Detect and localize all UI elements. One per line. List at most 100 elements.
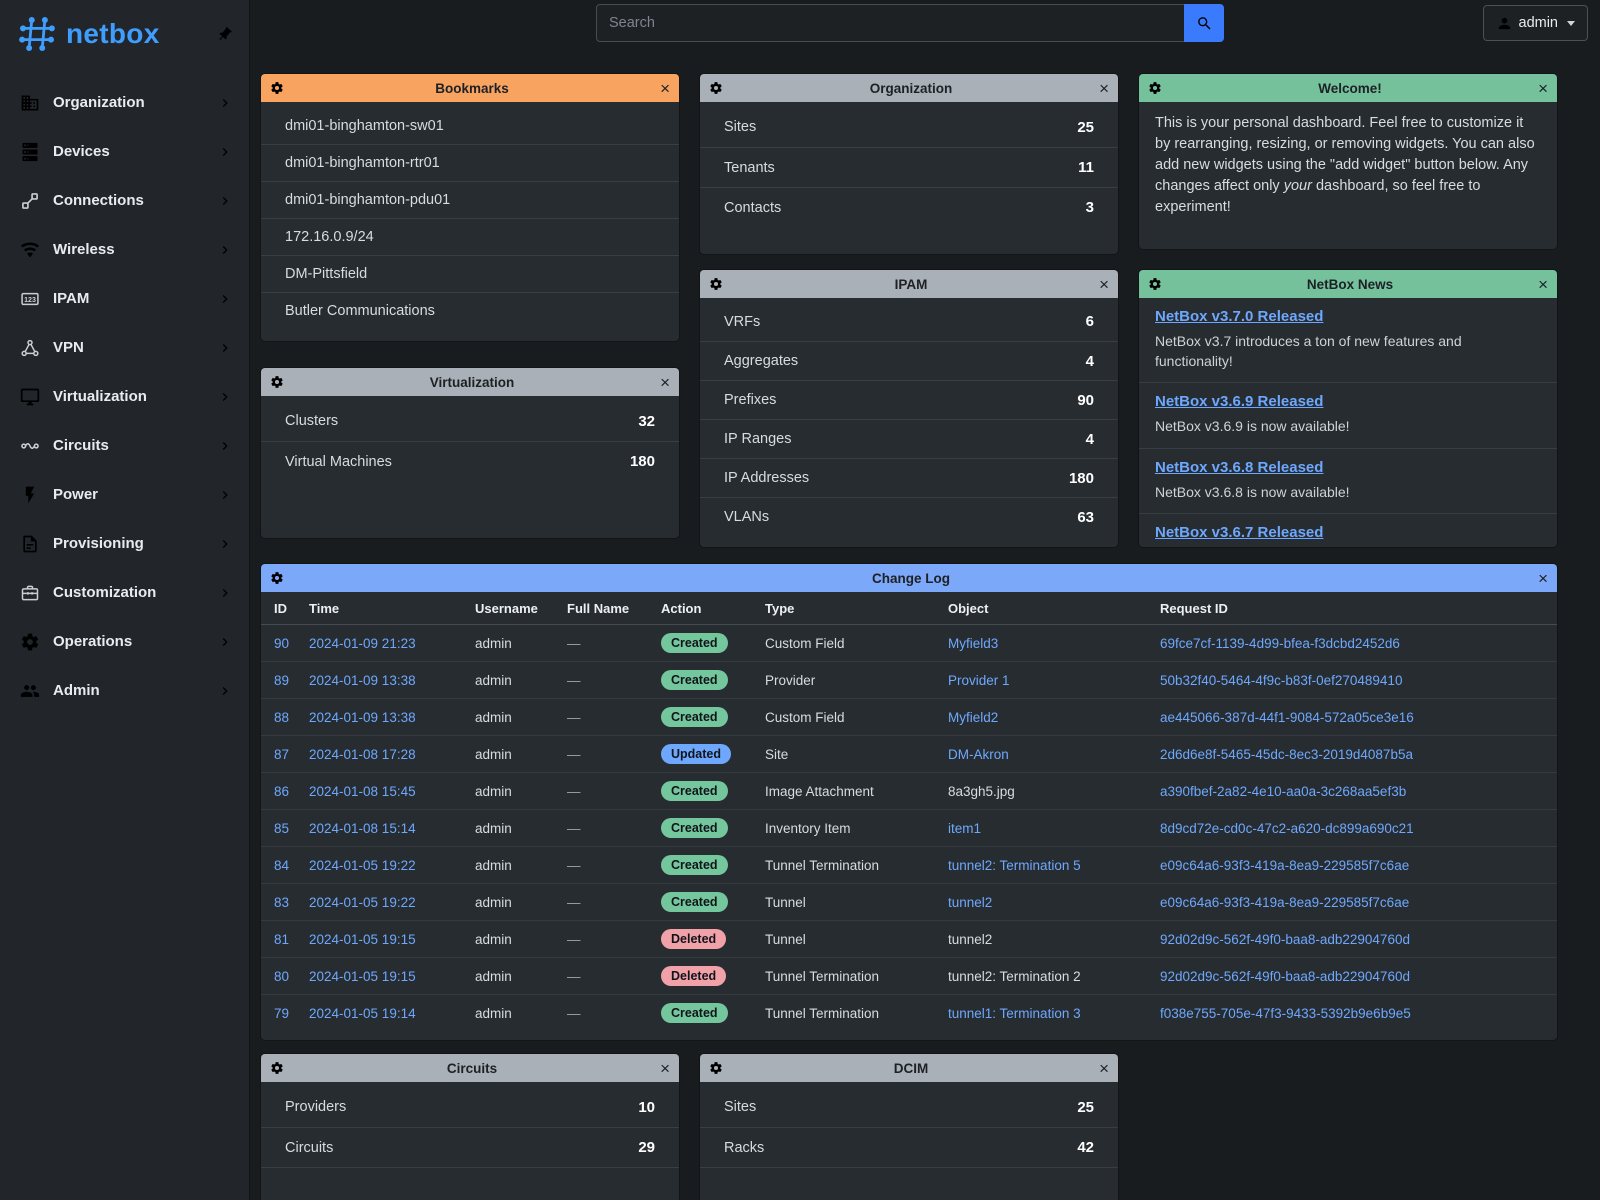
changelog-time-link[interactable]: 2024-01-09 21:23 <box>309 636 416 651</box>
changelog-time-link[interactable]: 2024-01-08 15:14 <box>309 821 416 836</box>
changelog-time-link[interactable]: 2024-01-05 19:15 <box>309 969 416 984</box>
sidebar-item-circuits[interactable]: Circuits <box>0 421 249 470</box>
search-input[interactable] <box>596 4 1184 42</box>
changelog-object-link[interactable]: Provider 1 <box>948 673 1010 688</box>
changelog-request-id-link[interactable]: 50b32f40-5464-4f9c-b83f-0ef270489410 <box>1160 673 1402 688</box>
changelog-id-link[interactable]: 88 <box>274 710 289 725</box>
brand-logo[interactable]: netbox <box>0 0 249 68</box>
close-icon[interactable]: × <box>1538 276 1548 293</box>
sidebar-item-connections[interactable]: Connections <box>0 176 249 225</box>
sidebar-item-devices[interactable]: Devices <box>0 127 249 176</box>
news-headline-link[interactable]: NetBox v3.6.7 Released <box>1155 524 1323 541</box>
changelog-request-id-link[interactable]: f038e755-705e-47f3-9433-5392b9e6b9e5 <box>1160 1006 1411 1021</box>
widget-config-icon[interactable] <box>1148 277 1162 291</box>
widget-config-icon[interactable] <box>270 1061 284 1075</box>
changelog-request-id-link[interactable]: 8d9cd72e-cd0c-47c2-a620-dc899a690c21 <box>1160 821 1414 836</box>
sidebar-item-wireless[interactable]: Wireless <box>0 225 249 274</box>
stat-row[interactable]: VRFs 6 <box>700 302 1118 341</box>
bookmark-link[interactable]: dmi01-binghamton-pdu01 <box>261 181 679 218</box>
changelog-request-id-link[interactable]: ae445066-387d-44f1-9084-572a05ce3e16 <box>1160 710 1414 725</box>
stat-row[interactable]: Clusters 32 <box>261 401 679 441</box>
sidebar-item-organization[interactable]: Organization <box>0 78 249 127</box>
sidebar-item-provisioning[interactable]: Provisioning <box>0 519 249 568</box>
stat-row[interactable]: Sites 25 <box>700 1087 1118 1127</box>
user-menu-button[interactable]: admin <box>1483 5 1589 41</box>
close-icon[interactable]: × <box>660 80 670 97</box>
changelog-request-id-link[interactable]: 92d02d9c-562f-49f0-baa8-adb22904760d <box>1160 932 1410 947</box>
changelog-object-link[interactable]: Myfield3 <box>948 636 998 651</box>
widget-config-icon[interactable] <box>709 81 723 95</box>
changelog-object-link[interactable]: tunnel2: Termination 5 <box>948 858 1081 873</box>
stat-row[interactable]: Providers 10 <box>261 1087 679 1127</box>
close-icon[interactable]: × <box>660 374 670 391</box>
close-icon[interactable]: × <box>1099 80 1109 97</box>
bookmark-link[interactable]: dmi01-binghamton-rtr01 <box>261 144 679 181</box>
sidebar-item-operations[interactable]: Operations <box>0 617 249 666</box>
changelog-time-link[interactable]: 2024-01-09 13:38 <box>309 710 416 725</box>
changelog-id-link[interactable]: 85 <box>274 821 289 836</box>
sidebar-item-vpn[interactable]: VPN <box>0 323 249 372</box>
close-icon[interactable]: × <box>660 1060 670 1077</box>
search-button[interactable] <box>1184 4 1224 42</box>
sidebar-item-ipam[interactable]: IPAM <box>0 274 249 323</box>
stat-row[interactable]: Sites 25 <box>700 107 1118 147</box>
widget-config-icon[interactable] <box>270 375 284 389</box>
changelog-object-link[interactable]: DM-Akron <box>948 747 1009 762</box>
changelog-time-link[interactable]: 2024-01-05 19:14 <box>309 1006 416 1021</box>
stat-row[interactable]: IP Ranges 4 <box>700 419 1118 458</box>
sidebar-item-customization[interactable]: Customization <box>0 568 249 617</box>
stat-row[interactable]: VLANs 63 <box>700 497 1118 536</box>
stat-row[interactable]: Racks 42 <box>700 1127 1118 1167</box>
stat-row[interactable]: Prefixes 90 <box>700 380 1118 419</box>
changelog-request-id-link[interactable]: e09c64a6-93f3-419a-8ea9-229585f7c6ae <box>1160 895 1409 910</box>
close-icon[interactable]: × <box>1099 276 1109 293</box>
news-headline-link[interactable]: NetBox v3.6.9 Released <box>1155 393 1323 410</box>
changelog-time-link[interactable]: 2024-01-05 19:15 <box>309 932 416 947</box>
bookmark-link[interactable]: dmi01-binghamton-sw01 <box>261 107 679 144</box>
stat-row[interactable]: IP Addresses 180 <box>700 458 1118 497</box>
changelog-object-link[interactable]: item1 <box>948 821 981 836</box>
changelog-request-id-link[interactable]: 69fce7cf-1139-4d99-bfea-f3dcbd2452d6 <box>1160 636 1400 651</box>
stat-row[interactable]: Virtual Machines 180 <box>261 441 679 481</box>
changelog-request-id-link[interactable]: 2d6d6e8f-5465-45dc-8ec3-2019d4087b5a <box>1160 747 1413 762</box>
changelog-time-link[interactable]: 2024-01-08 15:45 <box>309 784 416 799</box>
changelog-time-link[interactable]: 2024-01-09 13:38 <box>309 673 416 688</box>
widget-config-icon[interactable] <box>709 1061 723 1075</box>
news-headline-link[interactable]: NetBox v3.6.8 Released <box>1155 459 1323 476</box>
stat-row[interactable]: Tenants 11 <box>700 147 1118 187</box>
changelog-id-link[interactable]: 83 <box>274 895 289 910</box>
changelog-id-link[interactable]: 86 <box>274 784 289 799</box>
changelog-id-link[interactable]: 81 <box>274 932 289 947</box>
changelog-request-id-link[interactable]: 92d02d9c-562f-49f0-baa8-adb22904760d <box>1160 969 1410 984</box>
widget-config-icon[interactable] <box>1148 81 1162 95</box>
close-icon[interactable]: × <box>1538 570 1548 587</box>
widget-config-icon[interactable] <box>270 571 284 585</box>
widget-config-icon[interactable] <box>709 277 723 291</box>
widget-config-icon[interactable] <box>270 81 284 95</box>
news-headline-link[interactable]: NetBox v3.7.0 Released <box>1155 308 1323 325</box>
changelog-id-link[interactable]: 87 <box>274 747 289 762</box>
stat-row[interactable]: Contacts 3 <box>700 187 1118 227</box>
changelog-id-link[interactable]: 79 <box>274 1006 289 1021</box>
pin-sidebar-icon[interactable] <box>212 22 236 46</box>
changelog-object-link[interactable]: tunnel2 <box>948 895 992 910</box>
changelog-id-link[interactable]: 80 <box>274 969 289 984</box>
changelog-object-link[interactable]: tunnel1: Termination 3 <box>948 1006 1081 1021</box>
changelog-time-link[interactable]: 2024-01-05 19:22 <box>309 895 416 910</box>
stat-row[interactable]: Circuits 29 <box>261 1127 679 1167</box>
bookmark-link[interactable]: DM-Pittsfield <box>261 255 679 292</box>
sidebar-item-power[interactable]: Power <box>0 470 249 519</box>
close-icon[interactable]: × <box>1099 1060 1109 1077</box>
bookmark-link[interactable]: Butler Communications <box>261 292 679 329</box>
changelog-time-link[interactable]: 2024-01-08 17:28 <box>309 747 416 762</box>
stat-row[interactable]: Aggregates 4 <box>700 341 1118 380</box>
sidebar-item-admin[interactable]: Admin <box>0 666 249 715</box>
changelog-id-link[interactable]: 84 <box>274 858 289 873</box>
bookmark-link[interactable]: 172.16.0.9/24 <box>261 218 679 255</box>
close-icon[interactable]: × <box>1538 80 1548 97</box>
changelog-object-link[interactable]: Myfield2 <box>948 710 998 725</box>
changelog-time-link[interactable]: 2024-01-05 19:22 <box>309 858 416 873</box>
changelog-id-link[interactable]: 90 <box>274 636 289 651</box>
sidebar-item-virtualization[interactable]: Virtualization <box>0 372 249 421</box>
changelog-request-id-link[interactable]: a390fbef-2a82-4e10-aa0a-3c268aa5ef3b <box>1160 784 1406 799</box>
